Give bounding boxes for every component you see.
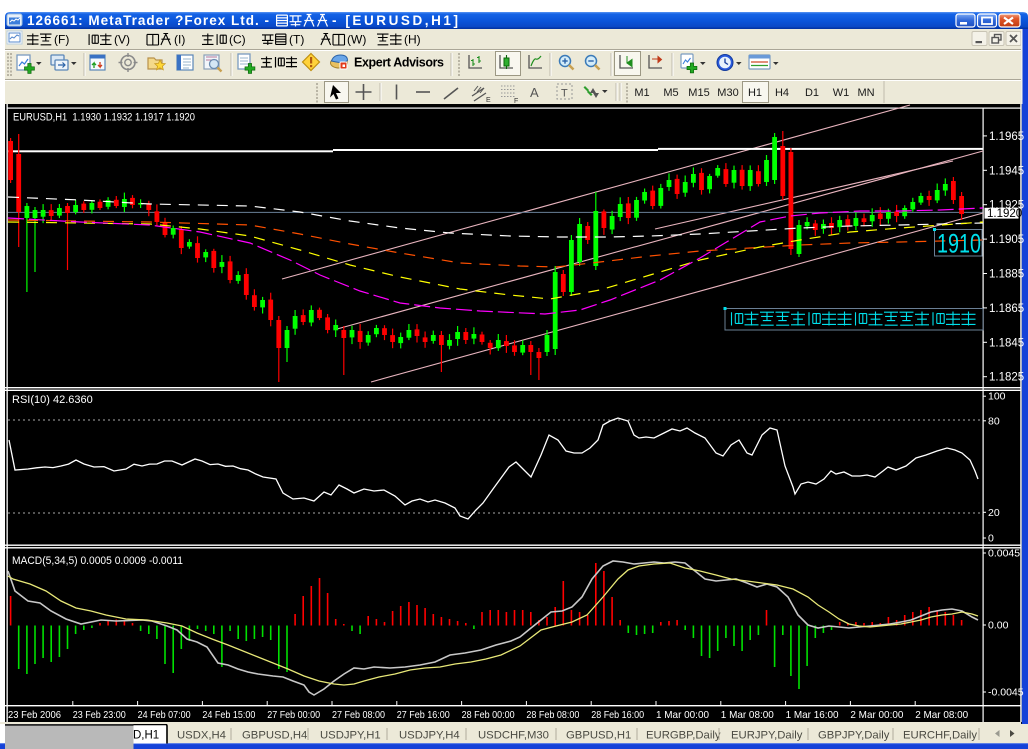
svg-text:M5: M5 — [663, 87, 678, 99]
svg-text:M1: M1 — [634, 87, 649, 99]
svg-text:24 Feb 07:00: 24 Feb 07:00 — [138, 709, 191, 721]
svg-text:EURUSD,H1 1.1930 1.1932 1.191: EURUSD,H1 1.1930 1.1932 1.1917 1.1920 — [13, 112, 195, 124]
svg-text:27 Feb 16:00: 27 Feb 16:00 — [397, 709, 450, 721]
svg-text:1910: 1910 — [937, 229, 981, 259]
svg-text:(F): (F) — [54, 33, 69, 47]
svg-text:MN: MN — [857, 87, 874, 99]
svg-text:GBPJPY,Daily: GBPJPY,Daily — [818, 730, 890, 742]
svg-text:0: 0 — [988, 533, 994, 545]
svg-text:2 Mar 08:00: 2 Mar 08:00 — [915, 709, 968, 721]
svg-text:1.1945: 1.1945 — [989, 165, 1024, 177]
svg-text:28 Feb 00:00: 28 Feb 00:00 — [462, 709, 515, 721]
svg-text:H1: H1 — [748, 87, 762, 99]
svg-text:28 Feb 16:00: 28 Feb 16:00 — [591, 709, 644, 721]
svg-text:USDX,H4: USDX,H4 — [177, 730, 226, 742]
svg-text:GBPUSD,H1: GBPUSD,H1 — [566, 730, 631, 742]
svg-text:1.1920: 1.1920 — [987, 208, 1022, 220]
svg-text:(C): (C) — [229, 33, 246, 47]
svg-text:(T): (T) — [289, 33, 304, 47]
svg-text:27 Feb 00:00: 27 Feb 00:00 — [267, 709, 320, 721]
svg-text:A: A — [530, 85, 539, 100]
svg-text:EURJPY,Daily: EURJPY,Daily — [731, 730, 803, 742]
svg-text:100: 100 — [988, 391, 1006, 403]
svg-text:27 Feb 08:00: 27 Feb 08:00 — [332, 709, 385, 721]
svg-text:1.1965: 1.1965 — [989, 131, 1024, 143]
svg-text:1.1905: 1.1905 — [989, 234, 1024, 246]
svg-text:T: T — [561, 88, 568, 100]
svg-text:2 Mar 00:00: 2 Mar 00:00 — [850, 709, 903, 721]
svg-text:20: 20 — [988, 507, 1000, 519]
svg-text:0.00: 0.00 — [988, 620, 1009, 632]
svg-text:USDCHF,M30: USDCHF,M30 — [478, 730, 549, 742]
svg-text:1 Mar 08:00: 1 Mar 08:00 — [721, 709, 774, 721]
svg-text:W1: W1 — [833, 87, 850, 99]
svg-text:1.1865: 1.1865 — [989, 303, 1024, 315]
svg-text:USDJPY,H1: USDJPY,H1 — [320, 730, 381, 742]
svg-text:1.1885: 1.1885 — [989, 269, 1024, 281]
svg-text:M30: M30 — [717, 87, 738, 99]
svg-text:M15: M15 — [688, 87, 709, 99]
svg-text:EURGBP,Daily: EURGBP,Daily — [646, 730, 721, 742]
svg-text:0.0045: 0.0045 — [988, 548, 1020, 560]
svg-text:-0.0045: -0.0045 — [988, 687, 1024, 699]
svg-text:GBPUSD,H4: GBPUSD,H4 — [242, 730, 307, 742]
svg-text:1.1825: 1.1825 — [989, 372, 1024, 384]
svg-text:23 Feb 2006: 23 Feb 2006 — [8, 709, 61, 721]
svg-text:H4: H4 — [775, 87, 789, 99]
svg-text:(W): (W) — [347, 33, 366, 47]
svg-text:24 Feb 15:00: 24 Feb 15:00 — [202, 709, 255, 721]
svg-text:MACD(5,34,5) 0.0005 0.0009 -0.: MACD(5,34,5) 0.0005 0.0009 -0.0011 — [12, 555, 183, 567]
svg-text:EURCHF,Daily: EURCHF,Daily — [903, 730, 977, 742]
svg-text:80: 80 — [988, 415, 1000, 427]
svg-text:(I): (I) — [174, 33, 185, 47]
svg-text:28 Feb 08:00: 28 Feb 08:00 — [526, 709, 579, 721]
svg-text:126661: MetaTrader ?Forex Ltd.: 126661: MetaTrader ?Forex Ltd. - — [27, 13, 269, 28]
svg-text:(V): (V) — [114, 33, 130, 47]
svg-text:1 Mar 00:00: 1 Mar 00:00 — [656, 709, 709, 721]
svg-text:E: E — [486, 97, 491, 104]
svg-text:1 Mar 16:00: 1 Mar 16:00 — [786, 709, 839, 721]
svg-text:1.1845: 1.1845 — [989, 337, 1024, 349]
svg-text:23 Feb 23:00: 23 Feb 23:00 — [73, 709, 126, 721]
svg-text:RSI(10) 42.6360: RSI(10) 42.6360 — [12, 394, 93, 406]
svg-text:USDJPY,H4: USDJPY,H4 — [399, 730, 460, 742]
svg-text:D,H1: D,H1 — [133, 730, 159, 742]
svg-text:(H): (H) — [404, 33, 421, 47]
svg-text:D1: D1 — [805, 87, 819, 99]
svg-text:Expert Advisors: Expert Advisors — [354, 56, 444, 70]
